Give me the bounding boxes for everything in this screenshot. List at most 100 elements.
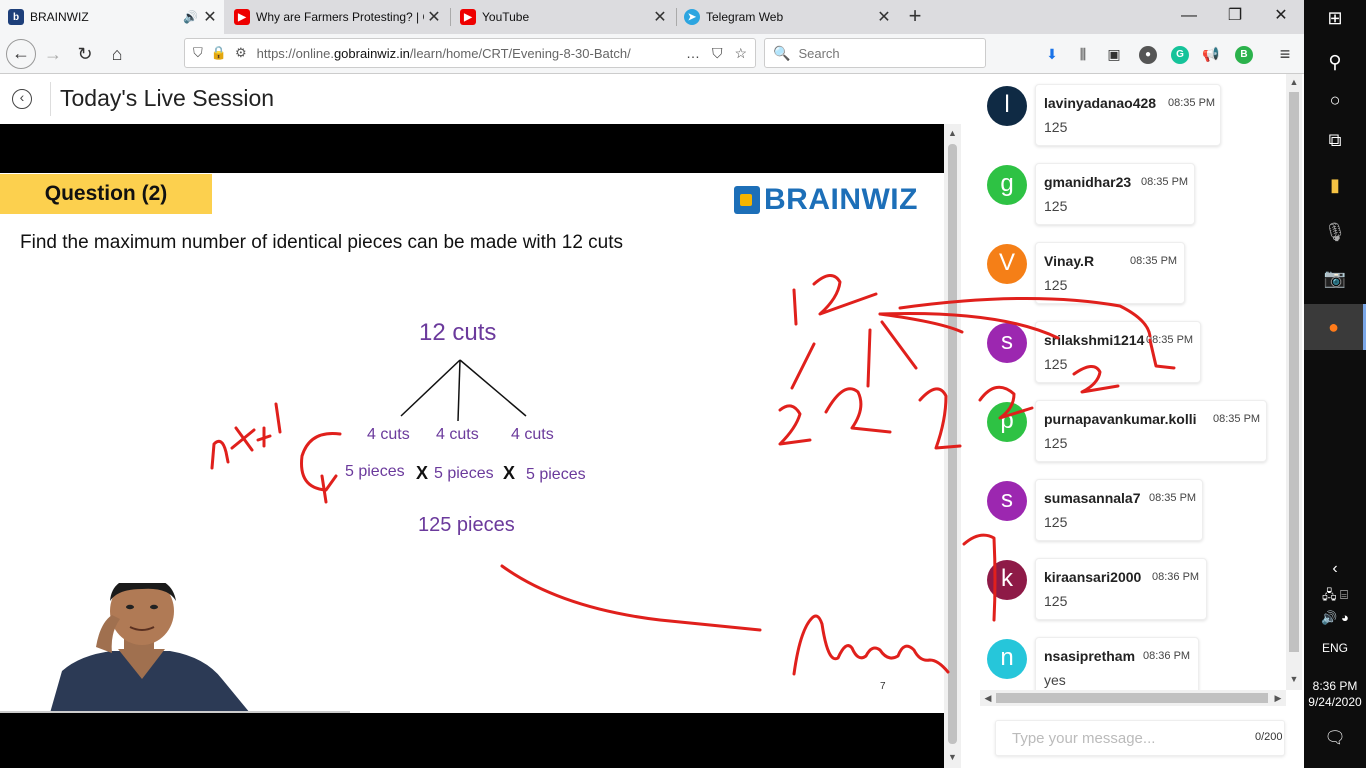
bookmark-star-icon[interactable]: ☆	[734, 45, 747, 62]
search-bar[interactable]: 🔍 Search	[764, 38, 986, 68]
page-title: Today's Live Session	[60, 85, 275, 111]
avatar: k	[987, 560, 1027, 600]
close-tab-icon[interactable]: ✕	[650, 7, 670, 27]
pieces-label: 5 pieces	[345, 463, 405, 480]
tab-telegram[interactable]: ➤ Telegram Web ✕	[676, 0, 898, 34]
back-arrow-icon[interactable]: ‹	[12, 89, 32, 109]
network-icon[interactable]: 🖧 ⌸	[1304, 586, 1366, 608]
grammarly-extension-icon[interactable]: G	[1171, 46, 1189, 64]
page-actions-icon[interactable]: …	[686, 45, 700, 62]
live-video-player[interactable]: Question (2) BRAINWIZ Find the maximum n…	[0, 124, 944, 768]
chat-message: g gmanidhar23 08:35 PM 125	[980, 153, 1280, 225]
navigation-toolbar: ← → ↻ ⌂ ⛉ 🔒 ⚙ https://online.gobrainwiz.…	[0, 34, 1304, 74]
volume-icon[interactable]: 🔊 ◕	[1304, 610, 1366, 626]
permissions-icon[interactable]: ⚙	[235, 45, 247, 61]
firefox-taskbar-icon[interactable]: ●	[1304, 304, 1366, 350]
taskbar-clock[interactable]: 8:36 PM 9/24/2020	[1304, 678, 1366, 710]
url-bar[interactable]: ⛉ 🔒 ⚙ https://online.gobrainwiz.in/learn…	[184, 38, 756, 68]
close-tab-icon[interactable]: ✕	[200, 7, 220, 27]
pocket-icon[interactable]: ⛉	[712, 45, 723, 62]
back-button[interactable]: ←	[6, 39, 36, 69]
close-tab-icon[interactable]: ✕	[424, 7, 444, 27]
avatar: V	[987, 244, 1027, 284]
message-text: yes	[1044, 672, 1066, 688]
new-tab-button[interactable]: +	[902, 4, 928, 30]
megaphone-extension-icon[interactable]: 📢	[1200, 44, 1222, 66]
sidebar-icon[interactable]: ▣	[1103, 44, 1125, 66]
library-icon[interactable]: ⫼	[1072, 44, 1094, 66]
tab-youtube[interactable]: ▶ YouTube ✕	[452, 0, 674, 34]
show-hidden-icons-icon[interactable]: ‹	[1304, 560, 1366, 578]
message-text: 125	[1044, 514, 1068, 530]
url-text: https://online.gobrainwiz.in/learn/home/…	[256, 45, 631, 61]
avatar: s	[987, 481, 1027, 521]
search-icon: 🔍	[773, 44, 791, 61]
tab-label: Why are Farmers Protesting? | C	[256, 10, 424, 24]
scrollbar-thumb[interactable]	[1289, 92, 1299, 652]
message-time: 08:35 PM	[1146, 334, 1194, 346]
search-icon[interactable]: ⚲	[1304, 52, 1366, 73]
file-explorer-icon[interactable]: ▮	[1304, 175, 1366, 196]
scroll-down-icon[interactable]: ▼	[944, 752, 961, 762]
message-time: 08:35 PM	[1213, 413, 1261, 425]
video-scrollbar[interactable]: ▲ ▼	[944, 124, 961, 768]
chat-message: s sumasannala7 08:35 PM 125	[980, 469, 1280, 541]
scroll-left-icon[interactable]: ◀	[980, 690, 996, 706]
telegram-favicon-icon: ➤	[684, 9, 700, 25]
scroll-up-icon[interactable]: ▲	[1286, 77, 1302, 87]
account-icon[interactable]: ●	[1139, 46, 1157, 64]
scroll-up-icon[interactable]: ▲	[944, 128, 961, 138]
scrollbar-thumb[interactable]	[948, 144, 957, 744]
presenter-video	[0, 583, 260, 713]
cut-group-label: 4 cuts	[436, 426, 479, 443]
speaker-icon[interactable]: 🔊	[183, 10, 198, 24]
message-text: 125	[1044, 198, 1068, 214]
youtube-favicon-icon: ▶	[460, 9, 476, 25]
extension-badge-icon[interactable]: B	[1235, 46, 1253, 64]
chat-horizontal-scrollbar[interactable]: ◀ ▶	[980, 690, 1286, 706]
pieces-label: 5 pieces	[434, 465, 494, 482]
avatar: n	[987, 639, 1027, 679]
chat-message: V Vinay.R 08:35 PM 125	[980, 232, 1280, 304]
message-text: 125	[1044, 119, 1068, 135]
chat-message-input[interactable]	[995, 720, 1285, 756]
input-language-indicator[interactable]: ENG	[1304, 641, 1366, 655]
restore-button[interactable]: ❐	[1212, 0, 1258, 34]
message-text: 125	[1044, 356, 1068, 372]
windows-start-icon[interactable]: ⊞	[1304, 8, 1366, 29]
scroll-down-icon[interactable]: ▼	[1286, 674, 1302, 684]
result-label: 125 pieces	[418, 514, 515, 536]
avatar: p	[987, 402, 1027, 442]
avatar: l	[987, 86, 1027, 126]
shield-icon[interactable]: ⛉	[193, 45, 203, 61]
clock-date: 9/24/2020	[1308, 695, 1362, 709]
scrollbar-thumb[interactable]	[996, 693, 1268, 703]
close-window-button[interactable]: ✕	[1258, 0, 1304, 34]
tab-label: YouTube	[482, 10, 530, 24]
cortana-icon[interactable]: ○	[1304, 90, 1366, 111]
lock-icon[interactable]: 🔒	[211, 45, 227, 61]
chat-vertical-scrollbar[interactable]: ▲ ▼	[1286, 74, 1302, 690]
forward-button[interactable]: →	[38, 39, 68, 69]
notifications-icon[interactable]: 🗨	[1304, 728, 1366, 748]
camera-app-icon[interactable]: 📷	[1304, 268, 1366, 289]
message-time: 08:36 PM	[1143, 650, 1191, 662]
recorder-app-icon[interactable]: 🎙	[1304, 222, 1366, 243]
minimize-button[interactable]: —	[1166, 0, 1212, 34]
tab-brainwiz[interactable]: b BRAINWIZ 🔊 ✕	[0, 0, 224, 34]
download-icon[interactable]: ⬇	[1041, 44, 1063, 66]
menu-icon[interactable]: ≡	[1274, 44, 1296, 66]
close-tab-icon[interactable]: ✕	[874, 7, 894, 27]
task-view-icon[interactable]: ⧉	[1304, 130, 1366, 151]
message-time: 08:35 PM	[1141, 176, 1189, 188]
home-button[interactable]: ⌂	[102, 39, 132, 69]
tab-farmers-video[interactable]: ▶ Why are Farmers Protesting? | C ✕	[226, 0, 448, 34]
chat-message-list[interactable]: l lavinyadanao428 08:35 PM 125 g gmanidh…	[980, 74, 1290, 690]
message-bubble: Vinay.R 08:35 PM 125	[1035, 242, 1185, 304]
total-cuts-label: 12 cuts	[419, 319, 497, 346]
scroll-right-icon[interactable]: ▶	[1270, 690, 1286, 706]
message-time: 08:35 PM	[1130, 255, 1178, 267]
reload-button[interactable]: ↻	[70, 39, 100, 69]
multiply-sign: X	[503, 463, 516, 483]
message-bubble: purnapavankumar.kolli 08:35 PM 125	[1035, 400, 1267, 462]
